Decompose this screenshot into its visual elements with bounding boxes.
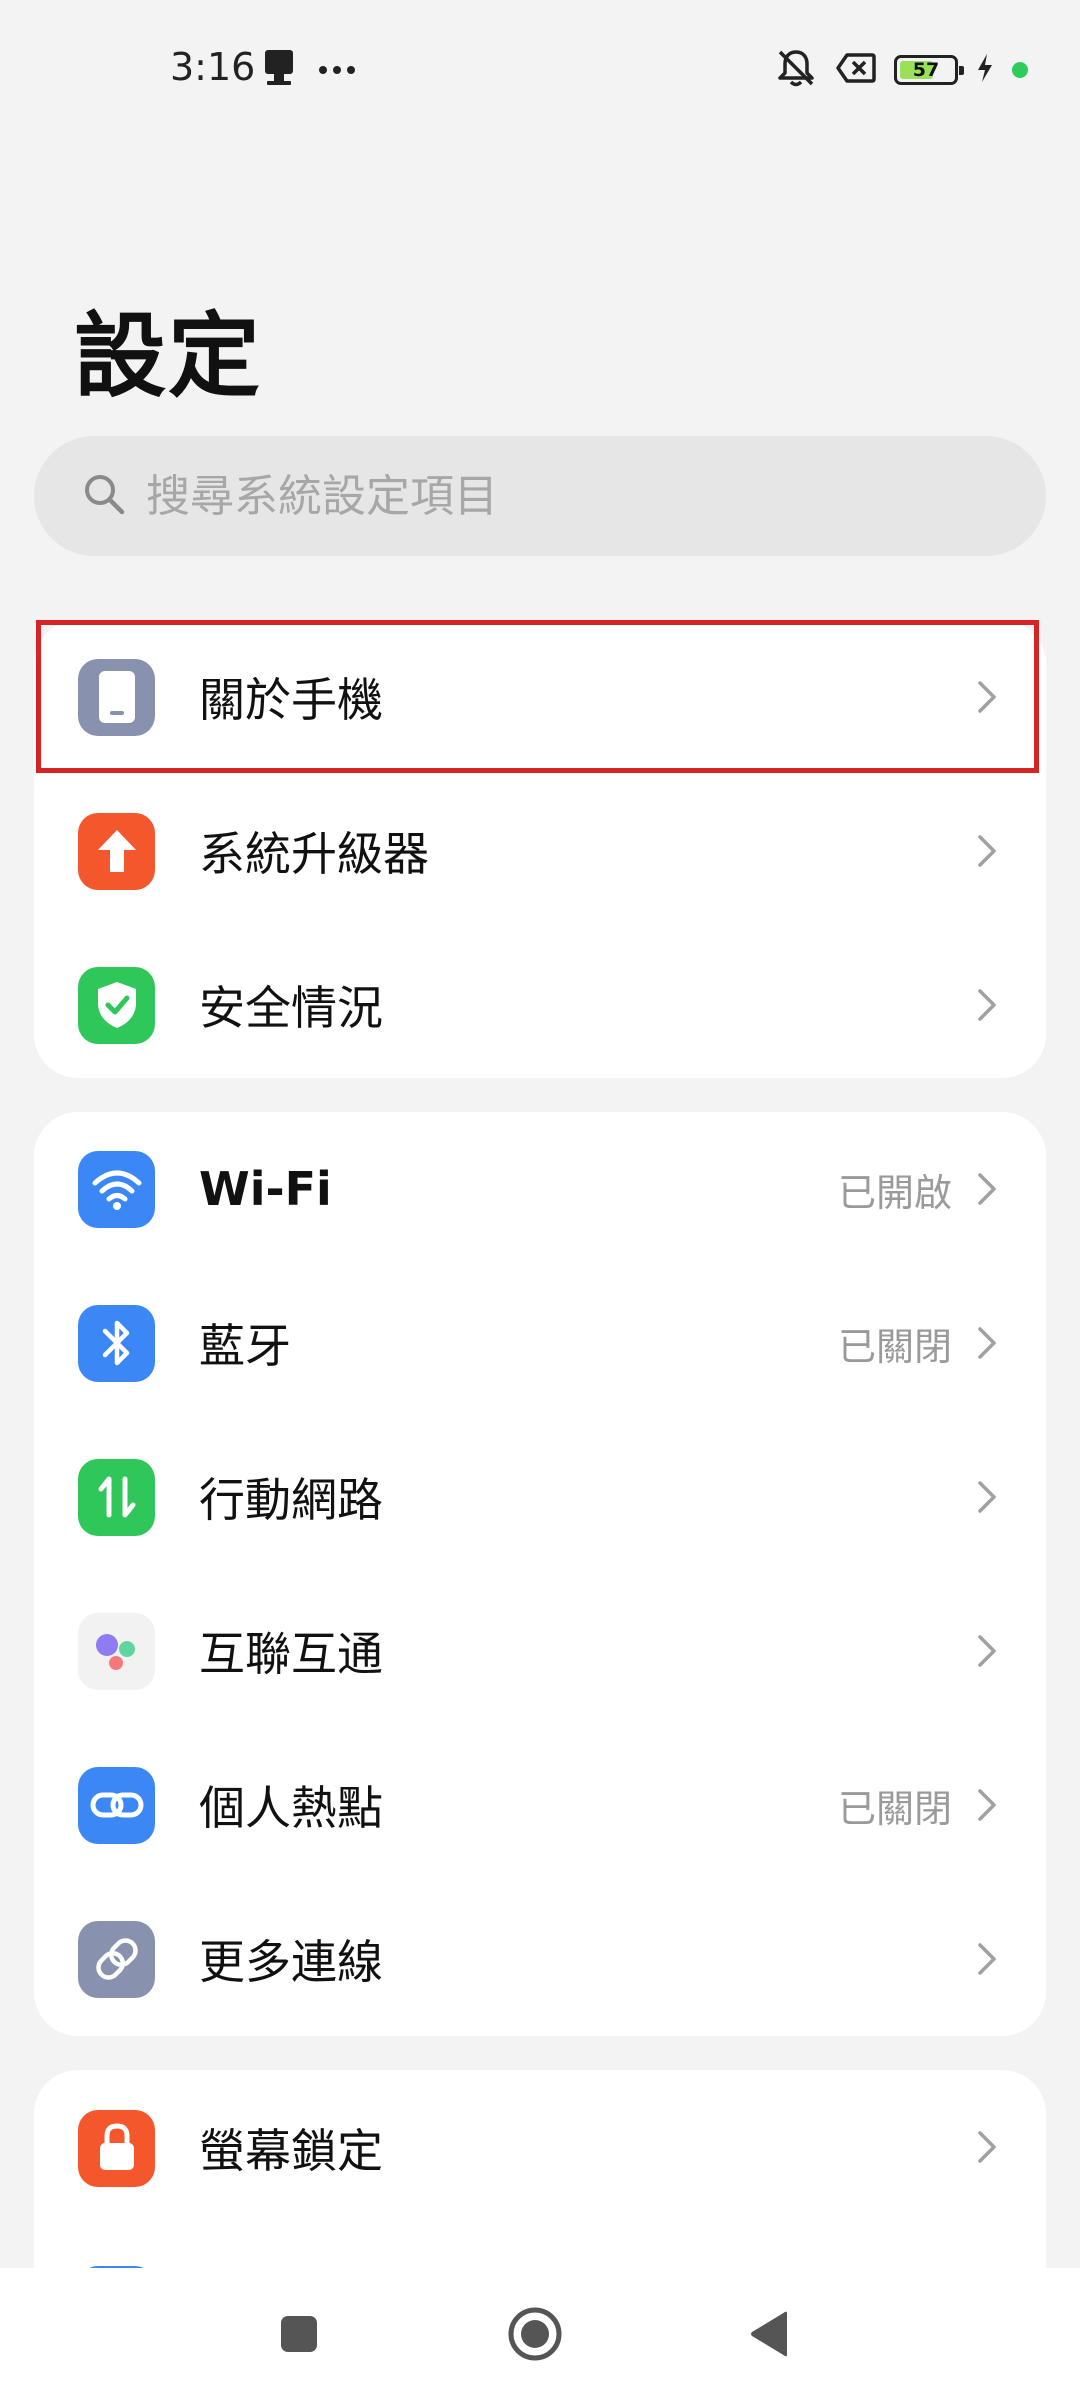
green-dot-indicator <box>1012 62 1028 78</box>
settings-item-screen-lock[interactable]: 螢幕鎖定 <box>34 2070 1046 2226</box>
settings-item-bluetooth[interactable]: 藍牙 已關閉 <box>34 1266 1046 1420</box>
lock-icon <box>78 2109 155 2187</box>
battery-level: 57 <box>912 59 940 81</box>
settings-item-value: 已關閉 <box>837 1324 952 1369</box>
charging-bolt-icon <box>976 53 994 87</box>
settings-item-interconnect[interactable]: 互聯互通 <box>34 1574 1046 1728</box>
chevron-right-icon <box>978 1943 996 1975</box>
hotspot-link-icon <box>78 1766 155 1844</box>
search-input[interactable] <box>146 470 996 522</box>
upload-arrow-icon <box>78 812 155 890</box>
search-icon <box>82 472 126 520</box>
settings-item-about-phone[interactable]: 關於手機 <box>34 620 1046 774</box>
home-button[interactable] <box>499 2298 571 2370</box>
navigation-bar <box>0 2268 1080 2400</box>
settings-item-mobile-network[interactable]: 行動網路 <box>34 1420 1046 1574</box>
settings-group-connections: Wi-Fi 已開啟 藍牙 已關閉 行動網路 互聯互通 個人熱點 已關閉 更多連線 <box>34 1112 1046 2036</box>
battery-icon: 57 <box>894 55 964 85</box>
search-bar[interactable] <box>34 436 1046 556</box>
home-circle-icon <box>508 2307 562 2361</box>
settings-item-label: 互聯互通 <box>199 1627 383 1681</box>
settings-group-device: 關於手機 系統升級器 安全情況 <box>34 620 1046 1078</box>
status-right-icons: 57 <box>774 48 1028 92</box>
connect-dots-icon <box>78 1612 155 1690</box>
settings-item-label: 安全情況 <box>199 981 383 1035</box>
chevron-right-icon <box>978 1789 996 1821</box>
settings-item-hotspot[interactable]: 個人熱點 已關閉 <box>34 1728 1046 1882</box>
status-time: 3:16 <box>170 45 256 89</box>
settings-item-more-connections[interactable]: 更多連線 <box>34 1882 1046 2036</box>
settings-item-label: 行動網路 <box>199 1473 383 1527</box>
settings-item-label: 關於手機 <box>199 673 383 727</box>
mobile-data-icon <box>78 1458 155 1536</box>
back-button[interactable] <box>734 2298 806 2370</box>
settings-item-label: 個人熱點 <box>199 1781 383 1835</box>
chevron-right-icon <box>978 1481 996 1513</box>
settings-item-label: 螢幕鎖定 <box>199 2124 383 2178</box>
more-dots-icon <box>318 60 356 79</box>
settings-item-security[interactable]: 安全情況 <box>34 928 1046 1078</box>
settings-item-system-update[interactable]: 系統升級器 <box>34 774 1046 928</box>
chevron-right-icon <box>978 835 996 867</box>
shield-check-icon <box>78 966 155 1044</box>
phone-icon <box>78 658 155 736</box>
chevron-right-icon <box>978 989 996 1021</box>
bluetooth-icon <box>78 1304 155 1382</box>
settings-item-label: 更多連線 <box>199 1935 383 1989</box>
settings-item-label: Wi-Fi <box>199 1162 332 1216</box>
page-title: 設定 <box>74 303 263 410</box>
settings-item-value: 已開啟 <box>837 1170 952 1215</box>
no-sim-icon <box>836 52 876 88</box>
link-icon <box>78 1920 155 1998</box>
status-left-icons <box>262 48 356 90</box>
chevron-right-icon <box>978 1635 996 1667</box>
silent-bell-icon <box>774 48 818 92</box>
chevron-right-icon <box>978 2131 996 2163</box>
settings-item-label: 藍牙 <box>199 1319 291 1373</box>
chevron-right-icon <box>978 1327 996 1359</box>
wifi-icon <box>78 1150 155 1228</box>
chevron-right-icon <box>978 681 996 713</box>
sim-card-icon <box>262 48 296 90</box>
settings-screen: 3:16 57 設定 搜尋系統設定項目 關於手機 系統升級器 安全情況 Wi-F… <box>0 0 1080 2400</box>
back-triangle-icon <box>751 2311 787 2357</box>
settings-item-wifi[interactable]: Wi-Fi 已開啟 <box>34 1112 1046 1266</box>
square-icon <box>281 2316 317 2352</box>
chevron-right-icon <box>978 1173 996 1205</box>
recent-apps-button[interactable] <box>263 2298 335 2370</box>
settings-item-value: 已關閉 <box>837 1786 952 1831</box>
settings-item-label: 系統升級器 <box>199 827 429 881</box>
status-bar: 3:16 57 <box>0 0 1080 140</box>
